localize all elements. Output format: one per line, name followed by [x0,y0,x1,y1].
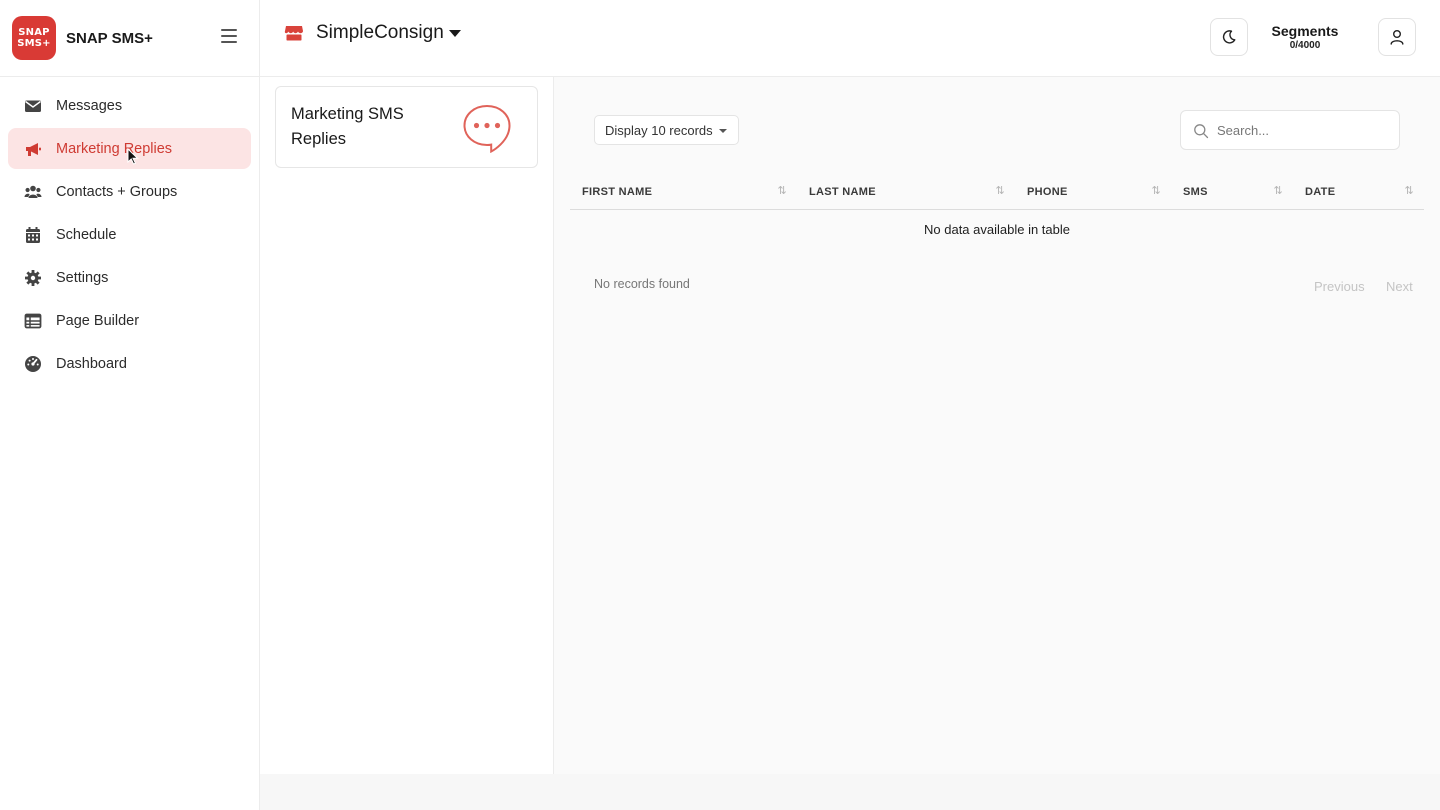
column-header-label: PHONE [1027,185,1068,198]
sidebar-item-dashboard[interactable]: Dashboard [8,343,251,384]
sidebar-item-label: Page Builder [56,312,140,329]
replies-table-area: Display 10 records FIRST NAME ⇅ LAST NAM… [554,77,1440,774]
column-header-last-name[interactable]: LAST NAME ⇅ [797,174,1015,209]
column-header-date[interactable]: DATE ⇅ [1293,174,1424,209]
sidebar-item-label: Contacts + Groups [56,183,178,200]
chat-bubble-icon [463,104,511,153]
store-selector[interactable]: SimpleConsign [284,22,461,44]
sort-icon: ⇅ [1273,184,1283,197]
marketing-sms-replies-card[interactable]: Marketing SMS Replies [275,86,538,168]
logo-line-1: SNAP [18,27,50,38]
brand-name: SNAP SMS+ [66,29,153,47]
user-icon [1390,30,1404,45]
table-header: FIRST NAME ⇅ LAST NAME ⇅ PHONE ⇅ SMS ⇅ D… [570,174,1424,210]
sidebar-item-label: Settings [56,269,109,286]
sidebar-item-contacts-groups[interactable]: Contacts + Groups [8,171,251,212]
footer-strip [260,774,1440,810]
card-title: Marketing SMS Replies [291,105,404,148]
sidebar-item-marketing-replies[interactable]: Marketing Replies [8,128,251,169]
replies-table: FIRST NAME ⇅ LAST NAME ⇅ PHONE ⇅ SMS ⇅ D… [570,174,1424,248]
search-input[interactable] [1217,120,1392,140]
brand-logo[interactable]: SNAP SMS+ [12,16,56,60]
column-header-phone[interactable]: PHONE ⇅ [1015,174,1171,209]
sidebar-item-settings[interactable]: Settings [8,257,251,298]
search-box [1180,110,1400,150]
store-name: SimpleConsign [316,22,444,43]
caret-down-icon [448,29,461,37]
brand-header: SNAP SMS+ SNAP SMS+ [0,0,259,77]
column-header-label: FIRST NAME [582,185,653,198]
search-icon [1194,124,1209,139]
store-icon [284,26,303,41]
caret-down-icon [719,129,727,133]
gauge-icon [24,355,42,373]
column-header-sms[interactable]: SMS ⇅ [1171,174,1293,209]
top-bar: SimpleConsign Segments 0/4000 [260,0,1440,77]
gear-icon [24,269,42,287]
sort-icon: ⇅ [1151,184,1161,197]
sidebar-item-label: Dashboard [56,355,127,372]
column-header-label: LAST NAME [809,185,876,198]
column-header-label: SMS [1183,185,1208,198]
user-menu-button[interactable] [1378,18,1416,56]
segments-label: Segments [1271,23,1339,39]
column-header-first-name[interactable]: FIRST NAME ⇅ [570,174,797,209]
calendar-icon [24,226,42,244]
records-per-page-select[interactable]: Display 10 records [594,115,739,145]
users-icon [24,183,42,201]
sidebar-nav: Messages Marketing Replies Contacts + Gr… [0,77,259,384]
segments-counter: Segments 0/4000 [1260,23,1350,51]
empty-table-message: No data available in table [924,221,1070,237]
column-header-label: DATE [1305,185,1336,198]
sidebar-item-page-builder[interactable]: Page Builder [8,300,251,341]
megaphone-icon [24,140,42,158]
sidebar-item-label: Schedule [56,226,117,243]
envelope-icon [24,97,42,115]
logo-line-2: SMS+ [17,38,51,49]
sort-icon: ⇅ [777,184,787,197]
next-page-button[interactable]: Next [1376,272,1423,300]
mouse-cursor-icon [127,148,139,165]
table-icon [24,312,42,330]
sidebar-item-schedule[interactable]: Schedule [8,214,251,255]
table-info: No records found [594,277,690,291]
moon-icon [1222,30,1236,44]
segments-value: 0/4000 [1289,40,1321,51]
records-per-page-label: Display 10 records [605,122,713,138]
previous-page-button[interactable]: Previous [1304,272,1375,300]
sidebar-item-messages[interactable]: Messages [8,85,251,126]
replies-panel: Marketing SMS Replies [260,77,554,774]
sort-icon: ⇅ [1404,184,1414,197]
hamburger-menu-icon[interactable] [221,29,237,43]
sidebar-item-label: Messages [56,97,123,114]
sort-icon: ⇅ [995,184,1005,197]
sidebar: SNAP SMS+ SNAP SMS+ Messages Marketing R… [0,0,260,810]
sidebar-item-label: Marketing Replies [56,140,173,157]
theme-toggle-button[interactable] [1210,18,1248,56]
